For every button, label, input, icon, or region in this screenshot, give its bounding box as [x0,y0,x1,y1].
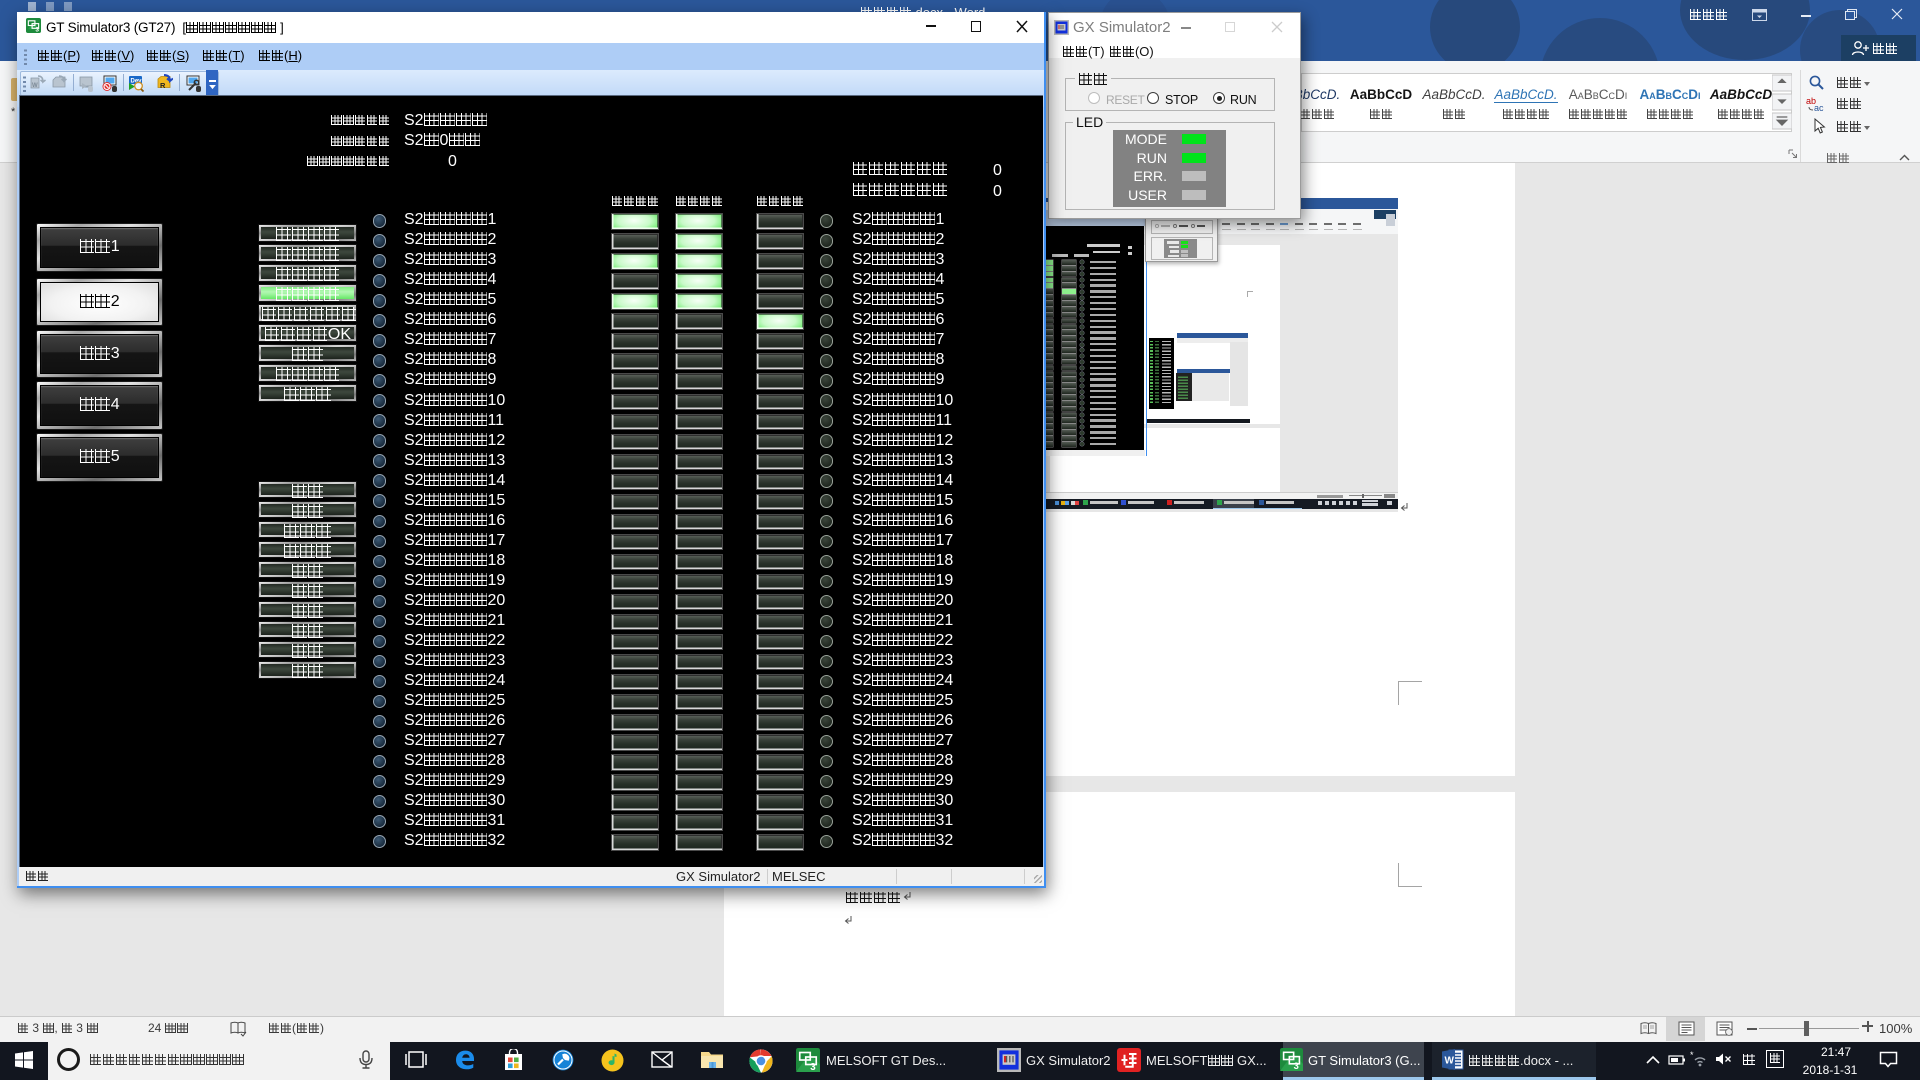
svg-text:W: W [1445,1056,1455,1067]
svg-text:ac: ac [1814,103,1824,112]
svg-text:3: 3 [35,27,39,33]
svg-text:*: * [1690,1051,1694,1060]
svg-text:3: 3 [810,1062,816,1072]
svg-text:W: W [32,83,38,89]
svg-text:3: 3 [1294,1061,1299,1071]
svg-text:R: R [160,81,166,90]
